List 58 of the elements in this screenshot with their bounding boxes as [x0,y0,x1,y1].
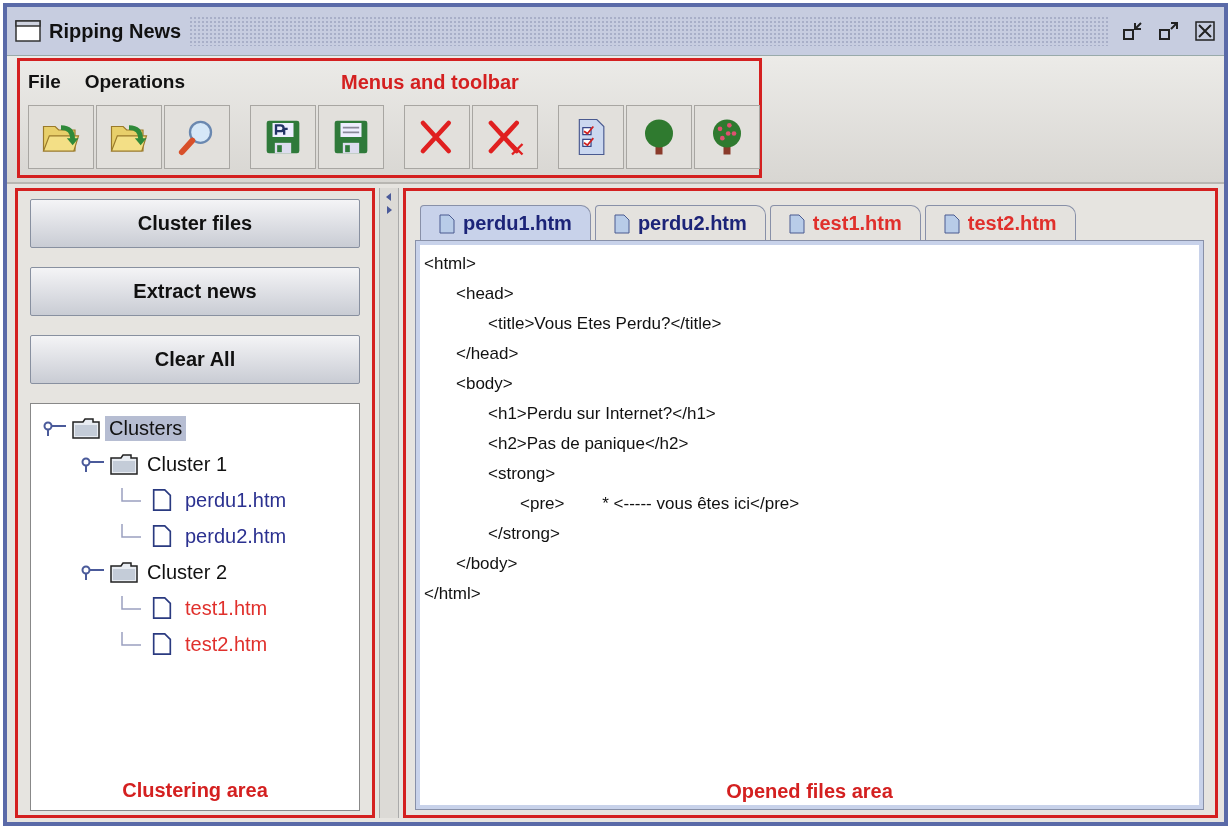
delete-button[interactable] [404,105,470,169]
window-title: Ripping News [49,19,182,43]
action-button[interactable]: Extract news [30,267,360,316]
open-button[interactable] [96,105,162,169]
tree-item[interactable]: Clusters [105,415,187,441]
file-icon [439,213,455,234]
tree-item[interactable]: test2.htm [181,631,272,657]
tree-line-icon [121,524,141,538]
code-line: <strong> [487,463,557,485]
folder-icon [109,452,139,476]
file-tab[interactable]: perdu1.htm [420,205,591,241]
menu-item[interactable]: Operations [84,71,186,93]
folder-icon [109,560,139,584]
file-tab[interactable]: test2.htm [924,205,1076,241]
save-button[interactable] [318,105,384,169]
tree-line-icon [121,632,141,646]
fruit-tree-button[interactable] [694,105,760,169]
code-line: </html> [423,583,482,605]
code-line: <body> [455,373,514,395]
save-pr-button[interactable] [250,105,316,169]
action-button[interactable]: Cluster files [30,199,360,248]
code-line: </head> [455,343,520,365]
code-line: </body> [455,553,519,575]
code-line: <pre> * <----- vous êtes ici</pre> [519,493,801,515]
menu-item[interactable]: File [28,71,61,93]
file-icon [943,213,960,234]
tree-item[interactable]: test1.htm [181,595,272,621]
file-icon [788,213,805,234]
annotation-label: Menus and toolbar [341,70,519,94]
window-icon [15,20,41,42]
tree-item[interactable]: Cluster 2 [143,559,232,585]
code-line: <h1>Perdu sur Internet?</h1> [487,403,717,425]
search-button[interactable] [164,105,230,169]
tree-item[interactable]: Cluster 1 [143,451,232,477]
folder-icon [71,416,101,440]
minimize-icon[interactable] [1122,20,1144,42]
file-icon [613,213,630,234]
code-line: <html> [423,253,477,275]
tree-item[interactable]: perdu2.htm [181,523,291,549]
maximize-icon[interactable] [1158,20,1180,42]
file-tab[interactable]: test1.htm [769,205,921,241]
arrows-icon[interactable] [385,192,393,216]
tree-item[interactable]: perdu1.htm [181,487,291,513]
code-line: <h2>Pas de panique</h2> [487,433,690,455]
delete-all-button[interactable] [472,105,538,169]
code-line: <head> [455,283,515,305]
tree-line-icon [121,596,141,610]
checklist-button[interactable] [558,105,624,169]
action-button[interactable]: Clear All [30,335,360,384]
tree-line-icon [121,488,141,502]
file-tab[interactable]: perdu2.htm [594,205,766,241]
annotation-label: Opened files area [726,780,893,803]
code-line: </strong> [487,523,561,545]
code-line: <title>Vous Etes Perdu?</title> [487,313,723,335]
open-pr-button[interactable] [28,105,94,169]
tree-button[interactable] [626,105,692,169]
annotation-label: Clustering area [122,779,268,802]
close-icon[interactable] [1194,20,1216,42]
